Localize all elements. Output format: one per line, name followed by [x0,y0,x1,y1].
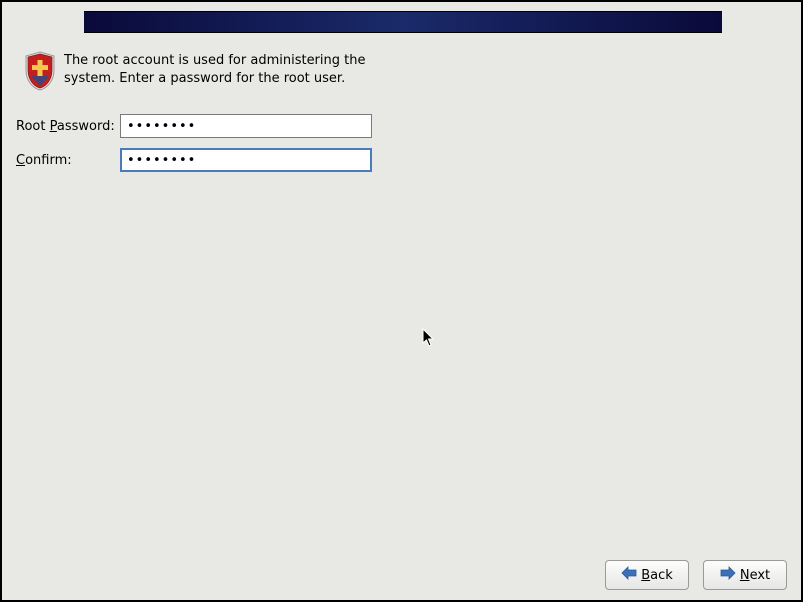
info-text: The root account is used for administeri… [64,50,384,87]
confirm-password-label: Confirm: [14,153,120,168]
info-section: The root account is used for administeri… [22,50,384,92]
header-banner [84,11,722,33]
arrow-right-icon [720,566,736,584]
root-password-input[interactable] [120,114,372,138]
navigation-buttons: Back Next [605,560,787,590]
next-button-label: Next [740,568,770,583]
back-button-label: Back [641,568,673,583]
confirm-password-input[interactable] [120,148,372,172]
shield-icon [22,50,58,92]
root-password-label: Root Password: [14,119,120,134]
back-button[interactable]: Back [605,560,689,590]
next-button[interactable]: Next [703,560,787,590]
mouse-cursor-icon [422,328,436,348]
arrow-left-icon [621,566,637,584]
password-form: Root Password: Confirm: [14,114,372,182]
